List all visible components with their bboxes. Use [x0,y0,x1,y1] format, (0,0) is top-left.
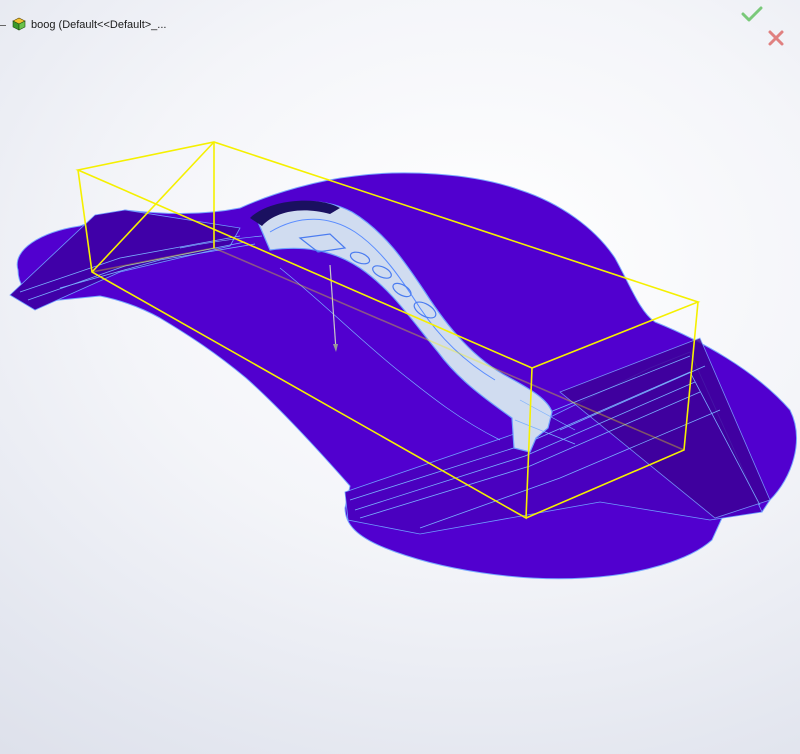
checkmark-icon [741,6,763,22]
tree-connector [0,24,6,26]
cancel-button[interactable] [764,26,788,50]
part-name-label: boog (Default<<Default>_... [31,19,167,31]
part-icon [11,17,27,34]
feature-tree-part-item[interactable]: boog (Default<<Default>_... [0,16,166,34]
ok-button[interactable] [740,2,764,26]
graphics-viewport[interactable] [0,0,800,754]
close-icon [768,30,784,46]
